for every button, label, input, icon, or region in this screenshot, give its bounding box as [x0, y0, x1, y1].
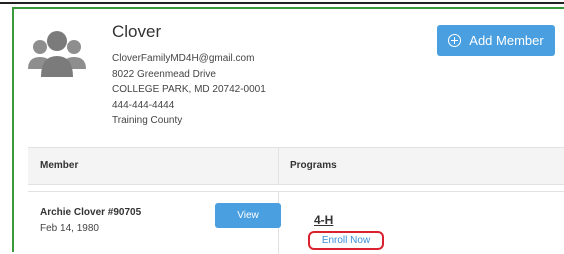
members-table-header: Member Programs	[28, 147, 564, 185]
family-email: CloverFamilyMD4H@gmail.com	[112, 53, 255, 64]
family-address-line1: 8022 Greenmead Drive	[112, 68, 216, 80]
family-card: Clover CloverFamilyMD4H@gmail.com 8022 G…	[12, 7, 564, 254]
family-contact-info: CloverFamilyMD4H@gmail.com 8022 Greenmea…	[112, 51, 266, 129]
add-member-label: Add Member	[469, 33, 544, 48]
family-name: Clover	[112, 22, 162, 41]
add-member-button[interactable]: Add Member	[437, 25, 555, 56]
member-name: Archie Clover #90705	[40, 207, 142, 218]
program-link-4h[interactable]: 4-H	[314, 213, 333, 227]
row-divider	[28, 191, 564, 192]
member-birthdate: Feb 14, 1980	[40, 223, 99, 234]
member-column-header: Member	[40, 160, 79, 171]
family-phone: 444-444-4444	[112, 99, 175, 111]
enroll-highlight: Enroll Now	[308, 231, 384, 250]
family-address-line2: COLLEGE PARK, MD 20742-0001	[112, 84, 266, 96]
top-divider	[0, 2, 564, 4]
programs-column-header: Programs	[290, 160, 337, 171]
column-divider	[278, 148, 279, 184]
enroll-now-link[interactable]: Enroll Now	[322, 235, 370, 246]
family-group-icon	[28, 31, 86, 77]
family-county: Training County	[112, 115, 183, 127]
plus-circle-icon	[448, 34, 462, 47]
view-member-button[interactable]: View	[215, 203, 281, 228]
